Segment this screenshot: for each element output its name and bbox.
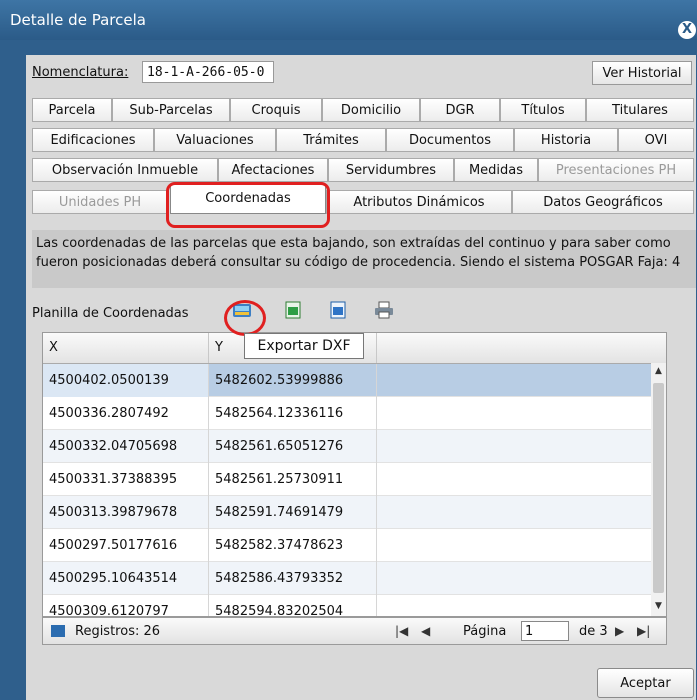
tab-tramites[interactable]: Trámites (276, 128, 386, 152)
tab-unidades-ph[interactable]: Unidades PH (32, 190, 168, 214)
coordinates-grid: X Y 4500402.0500139 5482602.53999886 450… (42, 332, 667, 617)
next-page-icon[interactable]: ▶ (615, 624, 624, 638)
tab-sub-parcelas[interactable]: Sub-Parcelas (112, 98, 230, 122)
scroll-thumb[interactable] (653, 383, 664, 593)
cell-x[interactable]: 4500313.39879678 (43, 496, 209, 529)
cell-x[interactable]: 4500336.2807492 (43, 397, 209, 430)
cell-x[interactable]: 4500309.6120797 (43, 595, 209, 616)
scroll-up-icon[interactable]: ▲ (651, 363, 666, 379)
tab-ovi[interactable]: OVI (618, 128, 694, 152)
records-icon (51, 625, 65, 637)
table-row[interactable]: 4500313.39879678 5482591.74691479 (43, 496, 651, 529)
cell-y[interactable]: 5482561.65051276 (209, 430, 377, 463)
tab-afectaciones[interactable]: Afectaciones (218, 158, 328, 182)
previous-page-icon[interactable]: ◀ (421, 624, 430, 638)
highlight-circle (224, 300, 266, 336)
tab-croquis[interactable]: Croquis (230, 98, 322, 122)
tab-parcela[interactable]: Parcela (32, 98, 112, 122)
window-title: Detalle de Parcela (10, 11, 146, 29)
nomenclatura-row: Nomenclatura: 18-1-A-266-05-0 Ver Histor… (26, 58, 696, 88)
tab-servidumbres[interactable]: Servidumbres (328, 158, 454, 182)
tab-domicilio[interactable]: Domicilio (322, 98, 420, 122)
column-header-x[interactable]: X (43, 333, 209, 363)
cell-y[interactable]: 5482561.25730911 (209, 463, 377, 496)
tab-medidas[interactable]: Medidas (454, 158, 538, 182)
nomenclatura-field[interactable]: 18-1-A-266-05-0 (142, 61, 274, 83)
tab-valuaciones[interactable]: Valuaciones (154, 128, 276, 152)
table-row[interactable]: 4500297.50177616 5482582.37478623 (43, 529, 651, 562)
cell-x[interactable]: 4500297.50177616 (43, 529, 209, 562)
cell-y[interactable]: 5482582.37478623 (209, 529, 377, 562)
vertical-scrollbar[interactable]: ▲ ▼ (651, 363, 666, 616)
last-page-icon[interactable]: ▶| (637, 624, 650, 638)
tab-observacion-inmueble[interactable]: Observación Inmueble (32, 158, 218, 182)
table-row[interactable]: 4500402.0500139 5482602.53999886 (43, 364, 651, 397)
cell-x[interactable]: 4500402.0500139 (43, 364, 209, 397)
cell-y[interactable]: 5482594.83202504 (209, 595, 377, 616)
excel-export-icon[interactable] (283, 301, 303, 319)
info-message: Las coordenadas de las parcelas que esta… (32, 230, 696, 288)
table-row[interactable]: 4500336.2807492 5482564.12336116 (43, 397, 651, 430)
cell-y[interactable]: 5482564.12336116 (209, 397, 377, 430)
tab-presentaciones-ph[interactable]: Presentaciones PH (538, 158, 694, 182)
scroll-down-icon[interactable]: ▼ (651, 598, 666, 614)
records-count: Registros: 26 (75, 624, 161, 639)
tab-dgr[interactable]: DGR (420, 98, 500, 122)
ver-historial-button[interactable]: Ver Historial (592, 61, 692, 85)
grid-toolbar: Planilla de Coordenadas (26, 298, 696, 328)
tab-edificaciones[interactable]: Edificaciones (32, 128, 154, 152)
tab-documentos[interactable]: Documentos (386, 128, 514, 152)
tab-atributos-dinamicos[interactable]: Atributos Dinámicos (326, 190, 512, 214)
table-row[interactable]: 4500332.04705698 5482561.65051276 (43, 430, 651, 463)
close-button[interactable]: X (678, 21, 696, 39)
cell-x[interactable]: 4500331.37388395 (43, 463, 209, 496)
highlight-box (166, 182, 330, 228)
table-row[interactable]: 4500331.37388395 5482561.25730911 (43, 463, 651, 496)
aceptar-button[interactable]: Aceptar (597, 668, 694, 698)
toolbar-label: Planilla de Coordenadas (32, 306, 189, 321)
nomenclatura-label: Nomenclatura: (32, 65, 129, 80)
cell-x[interactable]: 4500295.10643514 (43, 562, 209, 595)
page-label: Página (463, 624, 507, 639)
cell-x[interactable]: 4500332.04705698 (43, 430, 209, 463)
cell-y[interactable]: 5482586.43793352 (209, 562, 377, 595)
tab-datos-geograficos[interactable]: Datos Geográficos (512, 190, 694, 214)
title-bar[interactable]: Detalle de Parcela X (0, 0, 697, 40)
tab-historia[interactable]: Historia (514, 128, 618, 152)
tab-titulares[interactable]: Titulares (586, 98, 694, 122)
print-icon[interactable] (374, 301, 394, 319)
table-row[interactable]: 4500295.10643514 5482586.43793352 (43, 562, 651, 595)
table-row[interactable]: 4500309.6120797 5482594.83202504 (43, 595, 651, 616)
dialog-window: Detalle de Parcela X Nomenclatura: 18-1-… (0, 0, 697, 700)
first-page-icon[interactable]: |◀ (395, 624, 408, 638)
export-dxf-tooltip: Exportar DXF (244, 333, 364, 359)
tab-titulos[interactable]: Títulos (500, 98, 586, 122)
cell-y[interactable]: 5482591.74691479 (209, 496, 377, 529)
page-number-input[interactable]: 1 (521, 621, 569, 641)
cell-y[interactable]: 5482602.53999886 (209, 364, 377, 397)
page-total-label: de 3 (579, 624, 608, 639)
word-export-icon[interactable] (328, 301, 348, 319)
pager-bar: Registros: 26 |◀ ◀ Página 1 de 3 ▶ ▶| (42, 617, 667, 645)
